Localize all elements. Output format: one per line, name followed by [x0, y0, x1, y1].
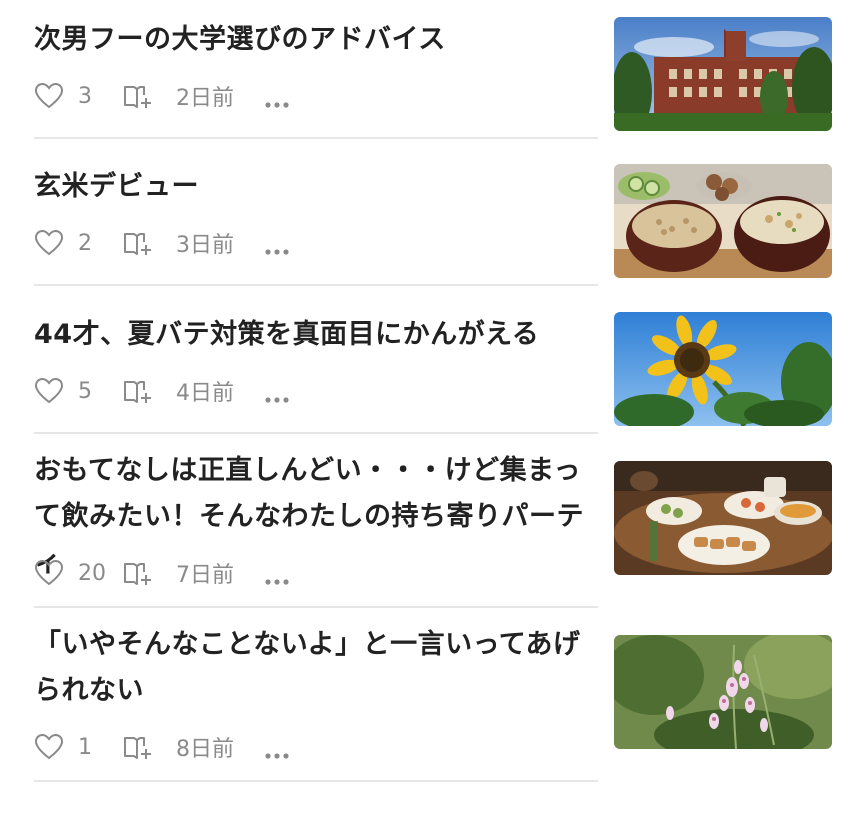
- more-options-icon[interactable]: [264, 568, 290, 585]
- university-building-image[interactable]: [614, 17, 832, 131]
- article-title[interactable]: 玄米デビュー: [34, 164, 599, 210]
- divider: [34, 137, 598, 139]
- article-meta: 2 3日前: [34, 227, 290, 259]
- heart-icon[interactable]: [34, 229, 64, 257]
- sunflower-image[interactable]: [614, 312, 832, 426]
- divider: [34, 432, 598, 434]
- more-options-icon[interactable]: [264, 91, 290, 108]
- magazine-add-icon[interactable]: [122, 228, 152, 258]
- article-card[interactable]: おもてなしは正直しんどい・・・けど集まって飲みたい！そんなわたしの持ち寄りパーテ…: [34, 448, 832, 604]
- post-date: 2日前: [176, 86, 234, 111]
- article-meta: 3 2日前: [34, 80, 290, 112]
- post-date: 8日前: [176, 737, 234, 762]
- article-card[interactable]: 玄米デビュー 2 3日前: [34, 164, 832, 282]
- like-count: 2: [78, 230, 92, 256]
- heart-icon[interactable]: [34, 82, 64, 110]
- like-count: 1: [78, 734, 92, 760]
- like-count: 20: [78, 560, 106, 586]
- post-date: 3日前: [176, 233, 234, 258]
- brown-rice-meal-image[interactable]: [614, 164, 832, 278]
- post-date: 7日前: [176, 563, 234, 588]
- like-count: 5: [78, 378, 92, 404]
- heart-icon[interactable]: [34, 733, 64, 761]
- magazine-add-icon[interactable]: [122, 376, 152, 406]
- article-meta: 20 7日前: [34, 557, 290, 589]
- magazine-add-icon[interactable]: [122, 732, 152, 762]
- article-card[interactable]: 次男フーの大学選びのアドバイス 3 2日前: [34, 17, 832, 135]
- article-card[interactable]: 「いやそんなことないよ」と一言いってあげられない 1 8日前: [34, 622, 832, 778]
- divider: [34, 780, 598, 782]
- post-date: 4日前: [176, 381, 234, 406]
- magazine-add-icon[interactable]: [122, 81, 152, 111]
- party-food-image[interactable]: [614, 461, 832, 575]
- article-title[interactable]: 次男フーの大学選びのアドバイス: [34, 17, 599, 63]
- divider: [34, 284, 598, 286]
- article-card[interactable]: 44才、夏バテ対策を真面目にかんがえる 5 4日前: [34, 312, 832, 430]
- article-title[interactable]: 44才、夏バテ対策を真面目にかんがえる: [34, 312, 599, 358]
- more-options-icon[interactable]: [264, 238, 290, 255]
- article-title[interactable]: 「いやそんなことないよ」と一言いってあげられない: [34, 622, 599, 714]
- more-options-icon[interactable]: [264, 742, 290, 759]
- like-count: 3: [78, 83, 92, 109]
- pink-flowers-image[interactable]: [614, 635, 832, 749]
- article-feed: 次男フーの大学選びのアドバイス 3 2日前 玄米デビュー 2 3日前 44才、夏…: [0, 0, 864, 819]
- magazine-add-icon[interactable]: [122, 558, 152, 588]
- heart-icon[interactable]: [34, 559, 64, 587]
- more-options-icon[interactable]: [264, 386, 290, 403]
- article-meta: 1 8日前: [34, 731, 290, 763]
- heart-icon[interactable]: [34, 377, 64, 405]
- divider: [34, 606, 598, 608]
- article-meta: 5 4日前: [34, 375, 290, 407]
